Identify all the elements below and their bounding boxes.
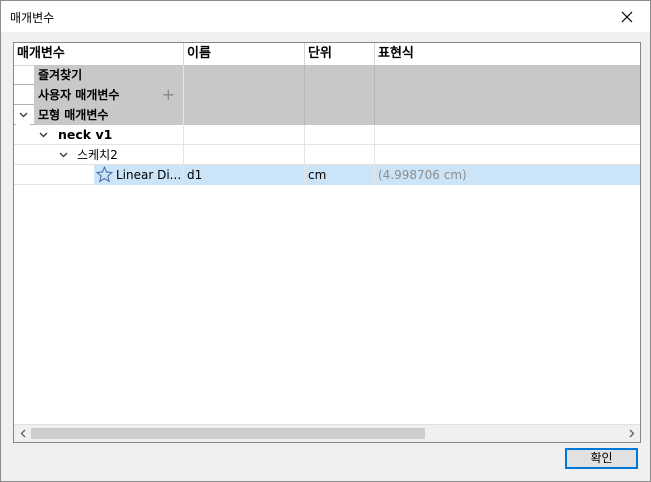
title-bar: 매개변수: [1, 1, 650, 32]
close-icon: [621, 11, 633, 22]
column-header-unit[interactable]: 단위: [305, 43, 375, 65]
tree-row-sketch[interactable]: 스케치2: [14, 145, 640, 165]
parameter-label: Linear Di...: [116, 168, 182, 182]
column-header-expression[interactable]: 표현식: [375, 43, 640, 65]
add-user-parameter-button[interactable]: +: [162, 85, 175, 105]
chevron-right-icon: [629, 429, 634, 438]
column-header-name[interactable]: 이름: [184, 43, 305, 65]
group-label-user-parameters: 사용자 매개변수: [38, 88, 120, 102]
scrollbar-thumb[interactable]: [31, 428, 425, 439]
close-button[interactable]: [604, 1, 650, 32]
table-body: 즐겨찾기 사용자 매개변수 + 모형 매개변수 neck v1 스케치2 Lin…: [14, 65, 640, 185]
horizontal-scrollbar[interactable]: [14, 424, 640, 442]
group-row-model-parameters[interactable]: 모형 매개변수: [14, 105, 640, 125]
table-header: 매개변수 이름 단위 표현식: [14, 43, 640, 66]
parameter-unit-cell[interactable]: cm: [305, 165, 375, 185]
group-label-model-parameters: 모형 매개변수: [34, 105, 184, 125]
group-row-user-parameters[interactable]: 사용자 매개변수 +: [14, 85, 640, 105]
star-icon[interactable]: [96, 166, 113, 183]
chevron-down-icon[interactable]: [16, 105, 30, 125]
tree-row-component[interactable]: neck v1: [14, 125, 640, 145]
chevron-down-icon[interactable]: [36, 125, 50, 145]
parameters-dialog: 매개변수 매개변수 이름 단위 표현식 즐겨찾기 사용자 매개변수 + 모형 매…: [0, 0, 651, 482]
scroll-left-button[interactable]: [14, 425, 31, 442]
component-label: neck v1: [54, 125, 184, 145]
scroll-right-button[interactable]: [623, 425, 640, 442]
parameters-table[interactable]: 매개변수 이름 단위 표현식 즐겨찾기 사용자 매개변수 + 모형 매개변수 n…: [13, 42, 641, 443]
ok-button[interactable]: 확인: [565, 448, 638, 469]
group-label-favorites: 즐겨찾기: [34, 65, 184, 85]
parameter-name-cell[interactable]: d1: [184, 165, 305, 185]
sketch-label: 스케치2: [74, 145, 184, 165]
parameter-row[interactable]: Linear Di... d1 cm (4.998706 cm): [14, 165, 640, 185]
chevron-left-icon: [20, 429, 25, 438]
column-header-parameter[interactable]: 매개변수: [14, 43, 184, 65]
parameter-expression-cell[interactable]: (4.998706 cm): [375, 165, 640, 185]
window-title: 매개변수: [10, 11, 55, 25]
chevron-down-icon[interactable]: [56, 145, 70, 165]
group-row-favorites[interactable]: 즐겨찾기: [14, 65, 640, 85]
